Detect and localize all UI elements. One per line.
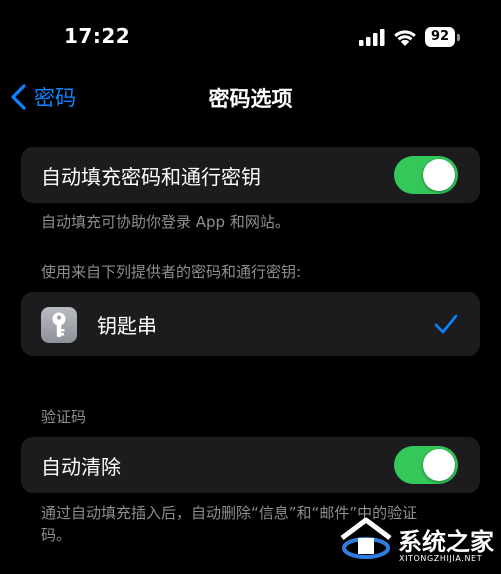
providers-group: 钥匙串 (21, 292, 480, 356)
back-label: 密码 (34, 86, 76, 110)
checkmark-icon (434, 314, 458, 334)
auto-clear-row: 自动清除 (21, 437, 480, 493)
toggle-knob (423, 449, 455, 481)
navigation-bar: 密码选项 密码 (0, 74, 501, 120)
providers-header: 使用来自下列提供者的密码和通行密钥: (41, 263, 302, 281)
toggle-knob (423, 159, 455, 191)
autofill-footnote: 自动填充可协助你登录 App 和网站。 (41, 213, 290, 231)
battery-icon: 92 (425, 27, 462, 47)
autofill-group: 自动填充密码和通行密钥 (21, 147, 480, 203)
verification-header: 验证码 (41, 408, 87, 426)
watermark-url: XITONGZHIJIA.NET (399, 554, 483, 563)
autofill-row: 自动填充密码和通行密钥 (21, 147, 480, 203)
key-icon (52, 312, 66, 337)
watermark-house-icon (340, 517, 392, 559)
provider-item-keychain[interactable]: 钥匙串 (21, 292, 480, 356)
keychain-icon (41, 307, 77, 343)
watermark-brand: 系统之家 (398, 528, 494, 556)
auto-clear-toggle[interactable] (394, 446, 458, 484)
status-bar: 17:22 92 (0, 0, 501, 64)
chevron-left-icon (11, 84, 26, 110)
wifi-icon (394, 30, 416, 46)
provider-label: 钥匙串 (97, 313, 157, 338)
autofill-label: 自动填充密码和通行密钥 (41, 164, 261, 189)
cellular-signal-icon (359, 29, 385, 46)
status-time: 17:22 (64, 24, 131, 48)
battery-cap (457, 34, 460, 41)
autofill-toggle[interactable] (394, 156, 458, 194)
verification-group: 自动清除 (21, 437, 480, 493)
back-button[interactable]: 密码 (10, 80, 76, 114)
battery-level: 92 (425, 27, 455, 47)
auto-clear-label: 自动清除 (41, 454, 121, 479)
watermark-logo: 系统之家 XITONGZHIJIA.NET (338, 514, 496, 568)
